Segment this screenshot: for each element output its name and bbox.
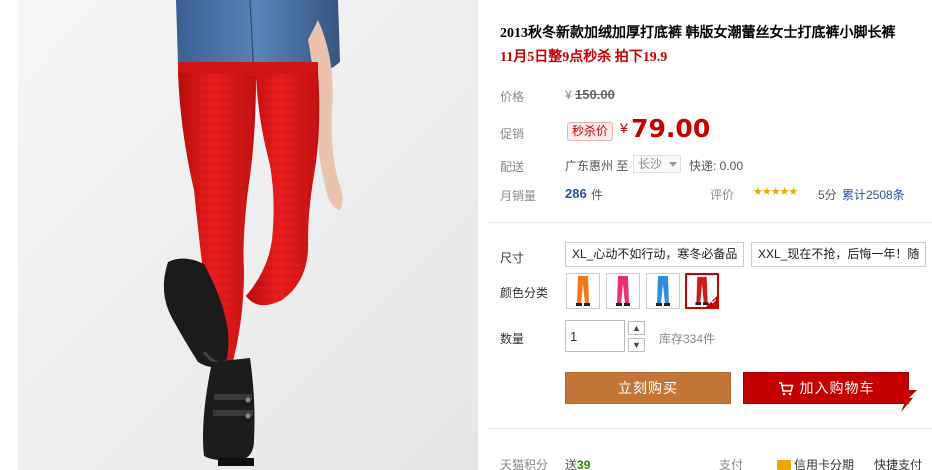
rating-stars-icon: ★★★★★ [753,186,798,198]
color-swatch-blue[interactable] [646,273,680,309]
credit-installment-label: 信用卡分期 [794,458,855,470]
quantity-label: 数量 [500,332,525,346]
product-details: 2013秋冬新款加绒加厚打底裤 韩版女潮蕾丝女士打底裤小脚长裤 11月5日整9点… [487,0,932,470]
left-margin [0,0,18,470]
currency-symbol: ¥ [565,88,572,102]
flash-sale-badge: 秒杀价 [567,122,614,141]
size-option-xl[interactable]: XL_心动不如行动，寒冬必备品 [565,242,744,267]
stock-count: 库存334件 [659,332,716,346]
promo-currency: ¥ [620,120,628,136]
review-count-link[interactable]: 累计2508条 [842,186,905,203]
pants-thumbnail-icon [656,276,670,306]
destination-value: 长沙 [638,157,663,171]
size-label: 尺寸 [500,251,525,265]
quantity-input[interactable] [565,320,625,352]
product-image [18,0,477,470]
rating-score: 5分 [818,188,837,202]
size-option-xxl[interactable]: XXL_现在不抢，后悔一年！随 [751,242,926,267]
shipping-fee: 快递: 0.00 [689,159,744,173]
footer-divider [487,428,932,429]
points-prefix: 送 [565,458,578,470]
buy-now-button[interactable]: 立刻购买 [565,372,731,404]
cart-icon [778,382,794,396]
color-swatch-orange[interactable] [566,273,600,309]
shipping-label: 配送 [500,160,525,174]
monthly-sales-count: 286 [565,186,587,201]
ship-origin: 广东惠州 至 [565,159,629,173]
promo-price: ¥ 79.00 [620,114,710,143]
swatch-fill [617,276,629,304]
color-swatch-red-selected[interactable] [685,273,719,309]
color-label: 颜色分类 [500,286,549,300]
color-swatch-pink[interactable] [606,273,640,309]
quantity-decrease-button[interactable]: ▼ [628,338,645,352]
price-label: 价格 [500,90,525,104]
section-divider [487,222,932,223]
original-price-value: 150.00 [575,87,615,102]
original-price: ¥ 150.00 [565,87,615,102]
points-value: 39 [577,458,591,470]
monthly-sales-label: 月销量 [500,189,537,203]
swatch-fill [657,276,669,304]
product-title: 2013秋冬新款加绒加厚打底裤 韩版女潮蕾丝女士打底裤小脚长裤 [500,26,896,41]
chevron-down-icon [669,162,677,167]
credit-card-icon [777,460,791,470]
monthly-sales-unit: 件 [591,188,604,202]
cart-button-tail-icon [899,390,917,412]
payment-label: 支付 [719,458,744,470]
pants-thumbnail-icon [616,276,630,306]
quick-pay[interactable]: 快捷支付 [874,456,922,470]
promo-subtitle: 11月5日整9点秒杀 拍下19.9 [500,50,668,65]
rating-label: 评价 [710,188,735,202]
chevron-down-icon: ▼ [632,340,641,350]
selected-check-icon [706,296,717,307]
quantity-increase-button[interactable]: ▲ [628,321,645,335]
add-to-cart-label: 加入购物车 [799,380,875,396]
tmall-points: 送39 [565,456,590,470]
destination-select[interactable]: 长沙 [633,155,681,173]
product-photo[interactable] [18,0,478,470]
promo-price-value: 79.00 [631,114,711,143]
add-to-cart-button[interactable]: 加入购物车 [743,372,909,404]
credit-installment[interactable]: 信用卡分期 [777,456,854,470]
chevron-up-icon: ▲ [632,323,641,333]
tmall-points-label: 天猫积分 [500,458,549,470]
pants-thumbnail-icon [576,276,590,306]
promo-label: 促销 [500,127,525,141]
swatch-fill [577,276,589,304]
